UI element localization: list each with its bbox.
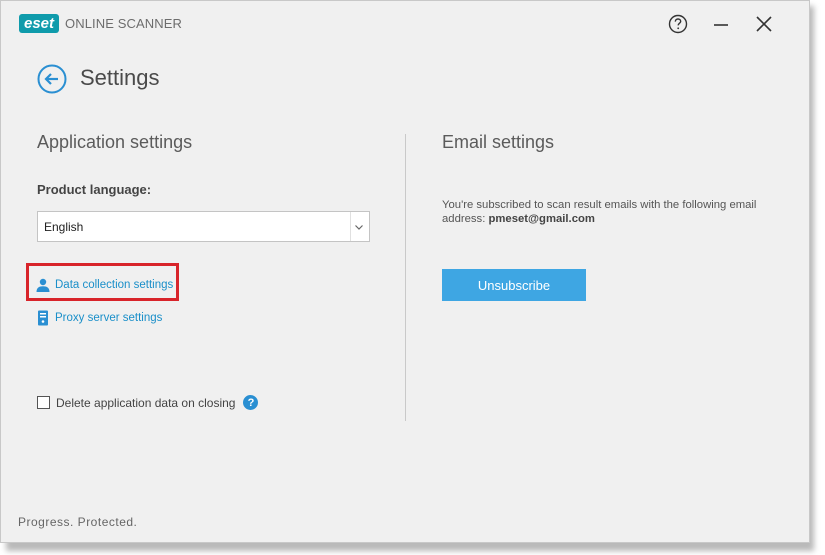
unsubscribe-button[interactable]: Unsubscribe <box>442 269 586 301</box>
app-logo: eset ONLINE SCANNER <box>19 14 182 33</box>
delete-data-label: Delete application data on closing <box>56 395 236 410</box>
data-collection-settings-label: Data collection settings <box>55 279 174 291</box>
email-subscription-text: You're subscribed to scan result emails … <box>442 198 762 226</box>
chevron-down-icon <box>350 212 367 241</box>
proxy-server-settings-link[interactable]: Proxy server settings <box>36 310 162 326</box>
question-circle-icon <box>668 14 688 34</box>
minimize-icon <box>714 24 728 26</box>
help-icon[interactable]: ? <box>243 395 259 410</box>
proxy-server-settings-label: Proxy server settings <box>55 312 163 324</box>
help-button[interactable] <box>666 12 690 36</box>
app-window: eset ONLINE SCANNER Settings Application… <box>0 0 810 543</box>
product-language-label: Product language: <box>37 182 152 197</box>
eset-logo: eset <box>19 14 60 33</box>
selected-language: English <box>44 219 84 234</box>
user-icon <box>36 277 50 293</box>
server-icon <box>36 310 50 326</box>
minimize-button[interactable] <box>709 12 733 36</box>
delete-data-checkbox[interactable] <box>37 396 50 409</box>
footer-tagline: Progress. Protected. <box>18 515 138 529</box>
data-collection-settings-link[interactable]: Data collection settings <box>36 277 173 293</box>
product-language-select[interactable]: English <box>37 211 370 242</box>
product-name: ONLINE SCANNER <box>65 16 183 31</box>
column-divider <box>405 134 406 421</box>
application-settings-heading: Application settings <box>37 132 193 152</box>
page-title: Settings <box>80 65 160 90</box>
email-address: pmeset@gmail.com <box>488 213 595 225</box>
back-button[interactable] <box>37 64 67 94</box>
close-icon <box>756 16 772 32</box>
close-button[interactable] <box>752 12 776 36</box>
email-settings-heading: Email settings <box>442 132 555 152</box>
back-arrow-circle-icon <box>37 64 67 94</box>
delete-data-option: Delete application data on closing ? <box>37 395 259 410</box>
